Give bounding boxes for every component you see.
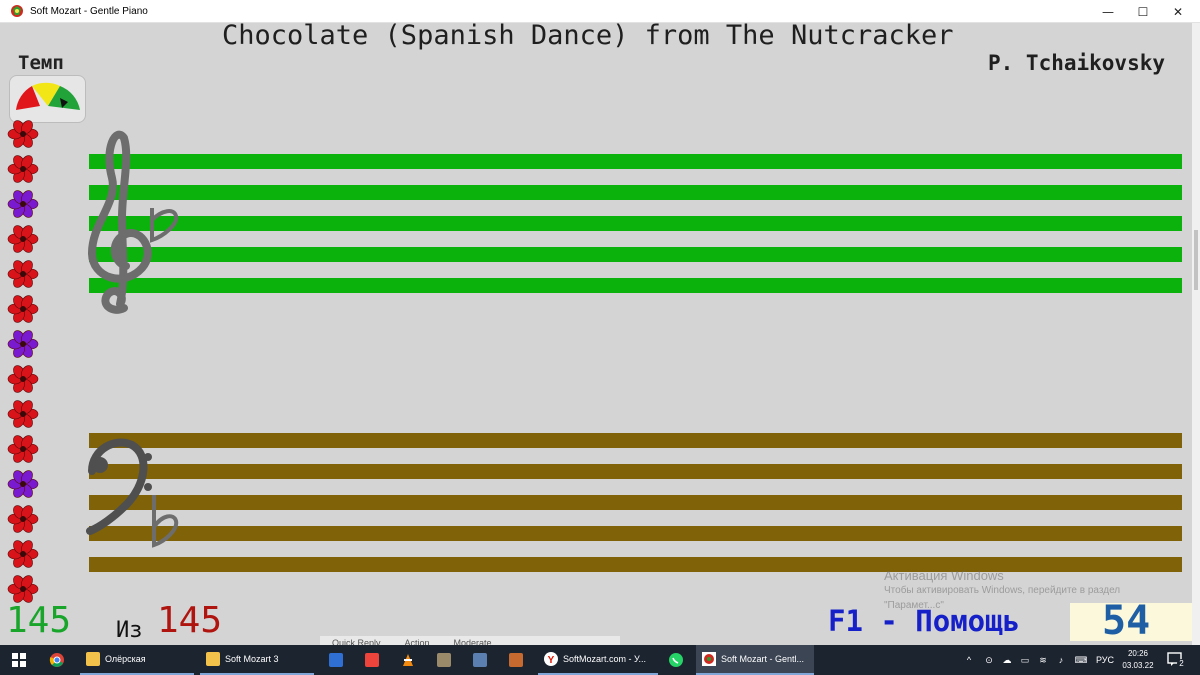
score-value: 54: [1102, 598, 1151, 644]
anydesk-icon: [365, 653, 379, 667]
windows-taskbar: Олёрская Soft Mozart 3 Y SoftMozart.com …: [0, 645, 1200, 675]
window-title: Soft Mozart - Gentle Piano: [30, 5, 148, 17]
bass-staff-line: [89, 464, 1182, 479]
treble-staff-line: [89, 278, 1182, 293]
taskbar-item-label: Soft Mozart 3: [225, 654, 279, 664]
notifications-button[interactable]: 2: [1166, 650, 1188, 670]
song-title: Chocolate (Spanish Dance) from The Nutcr…: [222, 20, 954, 51]
softmozart-app-icon: [11, 5, 23, 17]
clock-time: 20:26: [1127, 649, 1149, 658]
bass-staff: [89, 433, 1182, 573]
red-flower-icon: [7, 155, 39, 183]
windows-logo-icon: [12, 653, 26, 667]
taskbar-folder-olerskaya[interactable]: Олёрская: [80, 645, 194, 675]
red-flower-icon: [7, 365, 39, 393]
svg-text:Y: Y: [548, 655, 555, 666]
save-icon: [329, 653, 343, 667]
tray-language[interactable]: РУС: [1096, 655, 1114, 665]
red-flower-icon: [7, 435, 39, 463]
activation-title: Активация Windows: [884, 568, 1004, 583]
purple-flower-icon: [7, 190, 39, 218]
progress-flowers: [6, 117, 40, 607]
composer-name: P. Tchaikovsky: [988, 51, 1166, 75]
taskbar-vlc[interactable]: [396, 645, 420, 675]
taskbar-tool[interactable]: [432, 645, 456, 675]
purple-flower-icon: [7, 470, 39, 498]
tempo-label: Темп: [18, 52, 64, 74]
bass-staff-line: [89, 526, 1182, 541]
yandex-icon: Y: [544, 652, 558, 666]
tray-wifi-icon[interactable]: ≋: [1034, 655, 1052, 666]
chrome-icon: [49, 653, 64, 667]
tray-cloud-icon[interactable]: ☁: [998, 655, 1016, 666]
tray-keyboard-icon[interactable]: ⌨: [1070, 655, 1092, 666]
app-window: Soft Mozart - Gentle Piano — ☐ ✕ Chocola…: [0, 0, 1200, 645]
package-icon: [509, 653, 523, 667]
total-note-counter: 145: [157, 600, 223, 641]
treble-staff-line: [89, 216, 1182, 231]
red-flower-icon: [7, 120, 39, 148]
vertical-scrollbar[interactable]: [1192, 23, 1200, 645]
whatsapp-icon: [669, 653, 683, 667]
notification-count: 2: [1177, 659, 1186, 668]
taskbar-package[interactable]: [504, 645, 528, 675]
treble-staff-line: [89, 185, 1182, 200]
taskbar-anydesk[interactable]: [360, 645, 384, 675]
taskbar-item-label: SoftMozart.com - У...: [563, 654, 647, 664]
taskbar-softmozart-active[interactable]: Soft Mozart - Gentl...: [696, 645, 814, 675]
red-flower-icon: [7, 295, 39, 323]
maximize-button[interactable]: ☐: [1125, 0, 1161, 23]
scrollbar-thumb[interactable]: [1194, 230, 1198, 290]
quick-reply-label: Quick Reply: [332, 638, 381, 645]
counter-of-label: Из: [116, 618, 143, 643]
tray-pen-icon[interactable]: ⊙: [980, 655, 998, 666]
tray-battery-icon[interactable]: ▭: [1016, 655, 1034, 666]
bass-staff-line: [89, 433, 1182, 448]
taskbar-calculator[interactable]: [468, 645, 492, 675]
red-flower-icon: [7, 260, 39, 288]
calculator-icon: [473, 653, 487, 667]
tool-icon: [437, 653, 451, 667]
close-button[interactable]: ✕: [1160, 0, 1196, 23]
tray-volume-icon[interactable]: ♪: [1052, 655, 1070, 665]
bass-staff-line: [89, 495, 1182, 510]
taskbar-item-label: Олёрская: [105, 654, 146, 664]
bass-clef-icon: [86, 438, 179, 548]
start-button[interactable]: [0, 645, 38, 675]
tray-chevron-up-icon[interactable]: ^: [962, 655, 976, 665]
system-tray: ^ ⊙ ☁ ▭ ≋ ♪ ⌨ РУС: [962, 645, 1114, 675]
red-flower-icon: [7, 225, 39, 253]
taskbar-yandex-browser[interactable]: Y SoftMozart.com - У...: [538, 645, 658, 675]
taskbar-save[interactable]: [324, 645, 348, 675]
folder-icon: [206, 652, 220, 666]
treble-staff: [89, 154, 1182, 294]
background-window-toolbar: Quick Reply Action Moderate: [320, 636, 620, 645]
purple-flower-icon: [7, 330, 39, 358]
taskbar-folder-softmozart3[interactable]: Soft Mozart 3: [200, 645, 314, 675]
softmozart-icon: [702, 652, 716, 666]
help-hint[interactable]: F1 - Помощь: [828, 604, 1020, 638]
red-flower-icon: [7, 400, 39, 428]
taskbar-item-label: Soft Mozart - Gentl...: [721, 654, 805, 664]
treble-clef-icon: [87, 130, 179, 314]
activation-line1: Чтобы активировать Windows, перейдите в …: [884, 585, 1121, 596]
moderate-label: Moderate: [453, 638, 492, 645]
red-flower-icon: [7, 505, 39, 533]
folder-icon: [86, 652, 100, 666]
red-flower-icon: [7, 540, 39, 568]
current-note-counter: 145: [6, 600, 72, 641]
treble-staff-line: [89, 154, 1182, 169]
action-label: Action: [404, 638, 430, 645]
vlc-icon: [403, 654, 413, 666]
treble-staff-line: [89, 247, 1182, 262]
taskbar-clock[interactable]: 20:26 03.03.22: [1120, 648, 1156, 672]
tempo-gauge[interactable]: [9, 75, 86, 123]
minimize-button[interactable]: —: [1090, 0, 1126, 23]
clock-date: 03.03.22: [1122, 661, 1154, 670]
taskbar-whatsapp[interactable]: [664, 645, 688, 675]
taskbar-chrome[interactable]: [44, 645, 70, 675]
